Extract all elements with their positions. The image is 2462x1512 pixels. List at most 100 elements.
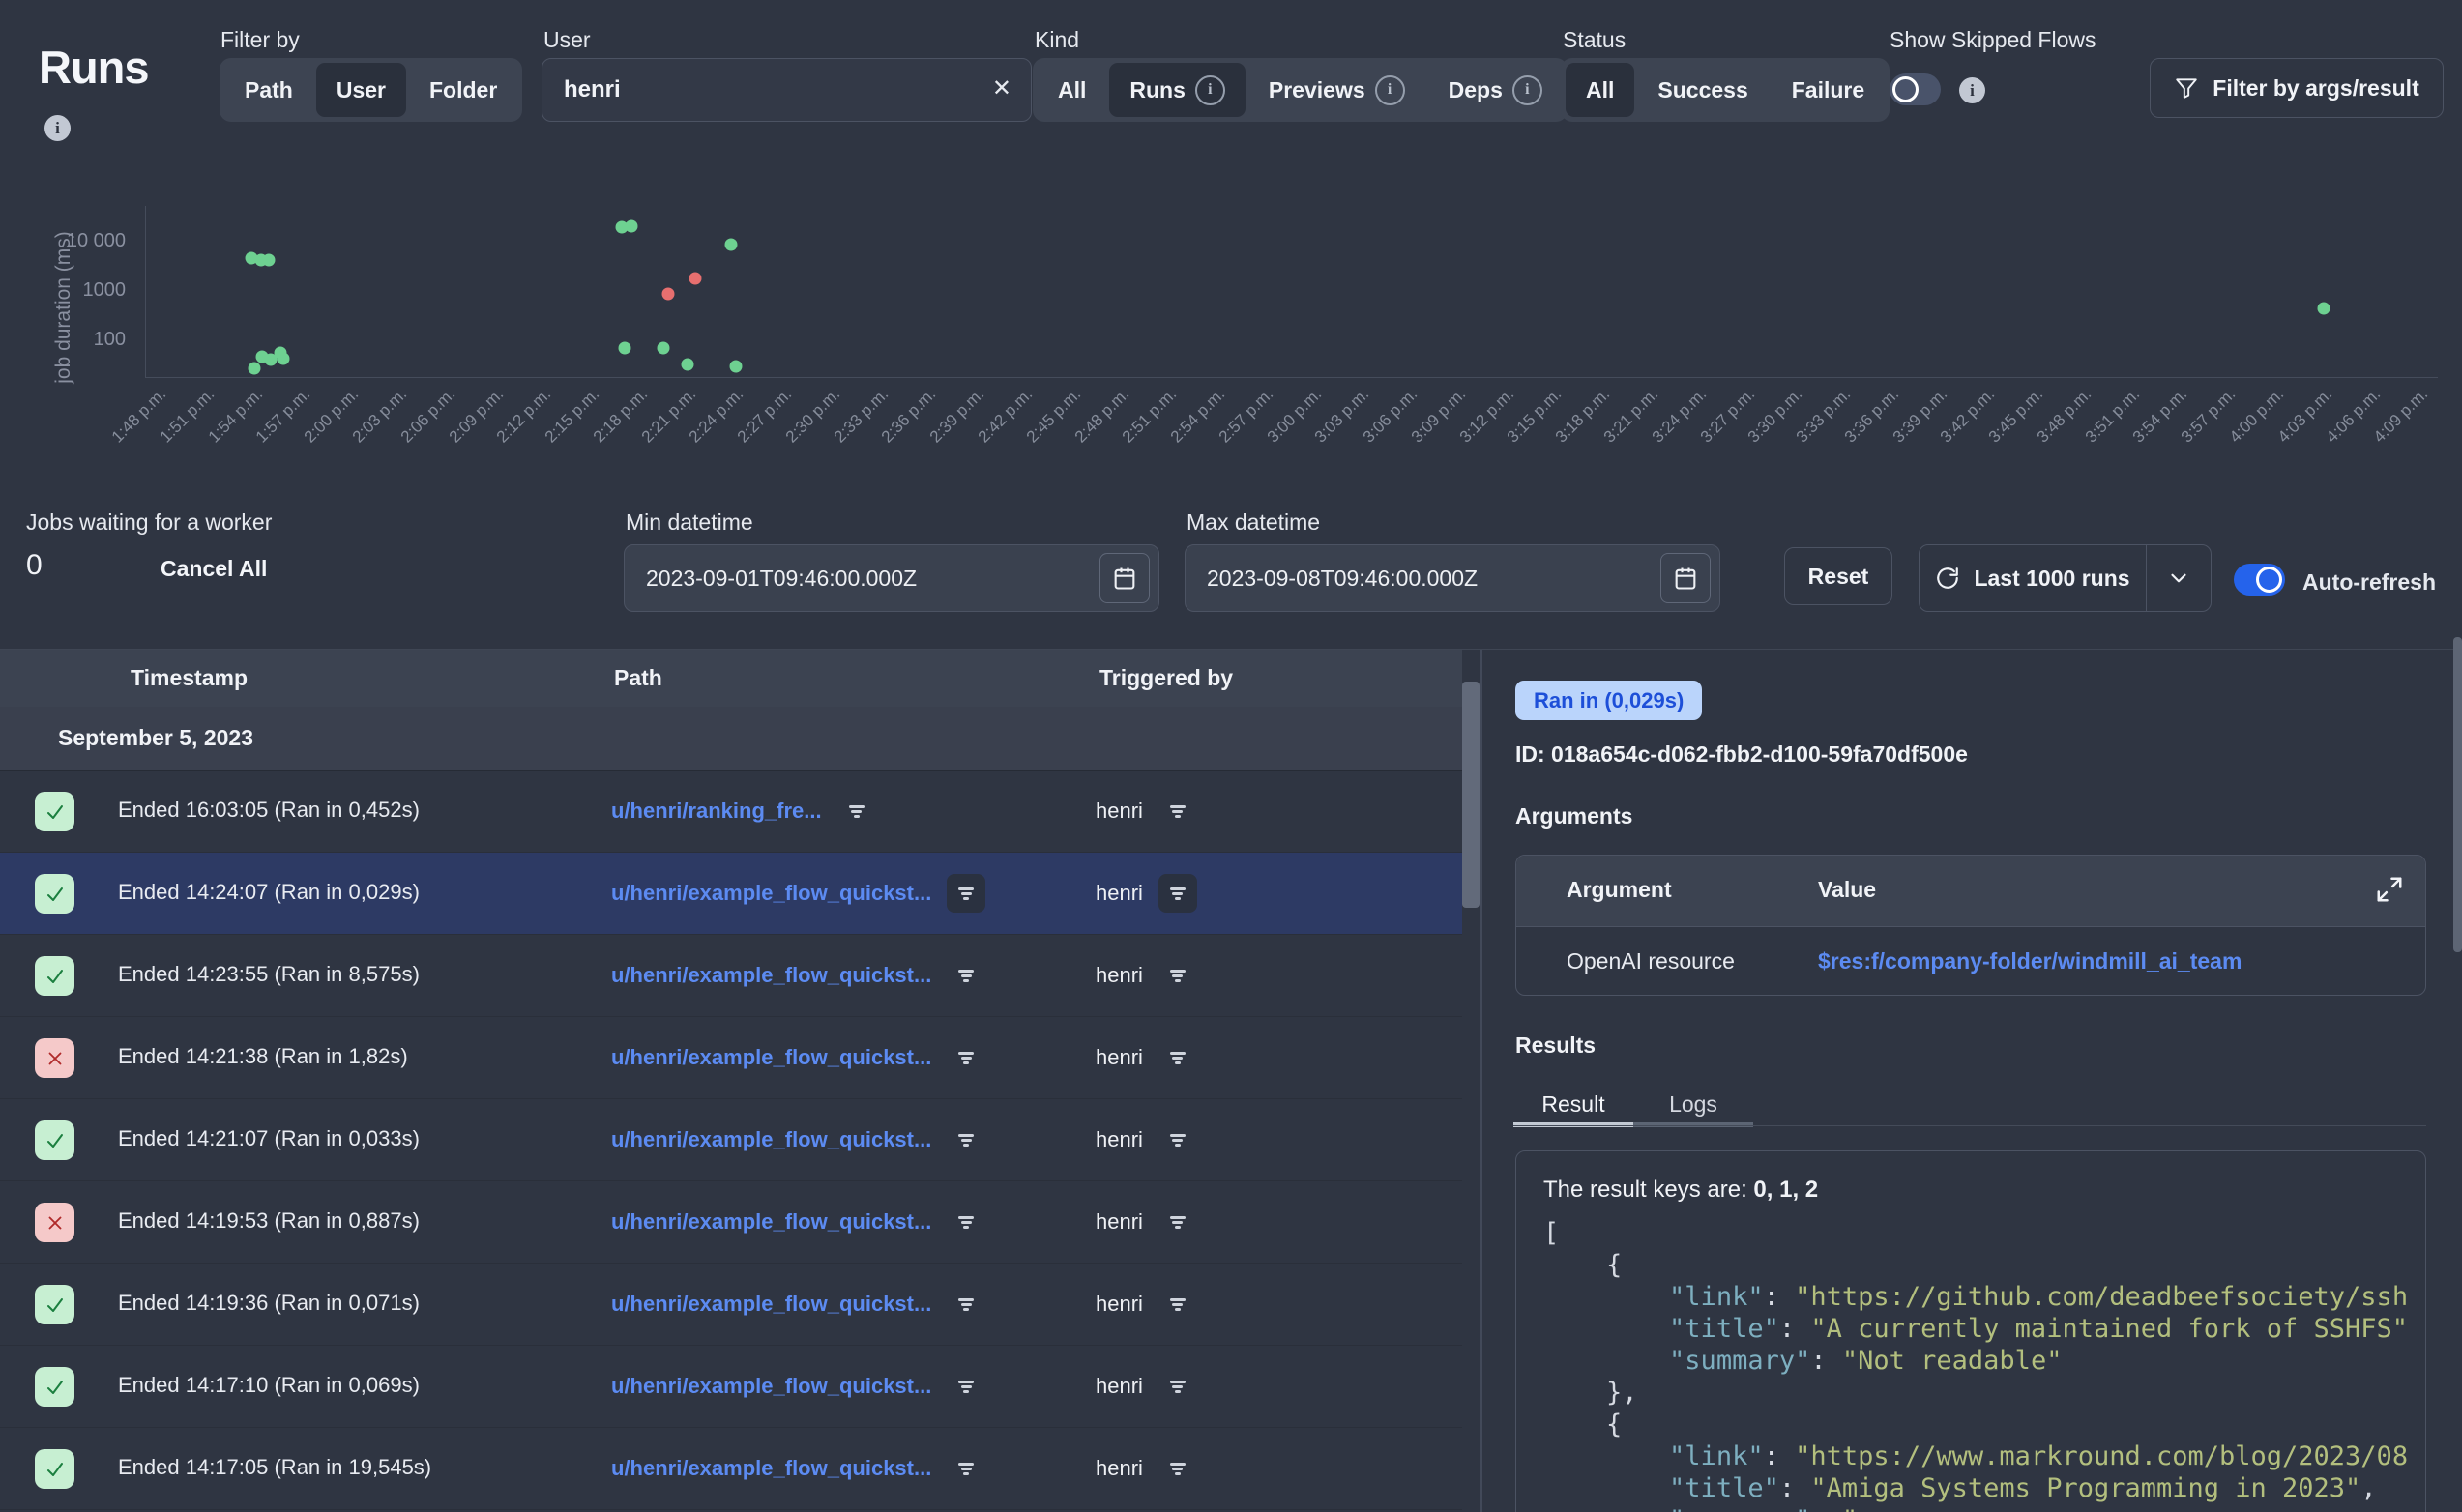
- filter-by-user-icon[interactable]: [1158, 1285, 1197, 1323]
- filter-by-path-icon[interactable]: [947, 1285, 985, 1323]
- table-row[interactable]: Ended 14:21:07 (Ran in 0,033s) u/henri/e…: [0, 1099, 1462, 1181]
- result-json: [ { "link": "https://github.com/deadbeef…: [1543, 1217, 2425, 1512]
- run-status-icon: [35, 1285, 74, 1324]
- refresh-runs-button[interactable]: Last 1000 runs: [1920, 566, 2146, 592]
- check-icon: [44, 1294, 67, 1317]
- x-icon: [44, 1048, 66, 1069]
- filter-by-user-icon[interactable]: [1158, 1038, 1197, 1077]
- filter-by-user-icon[interactable]: [1158, 792, 1197, 830]
- filter-by-path-icon[interactable]: [947, 1120, 985, 1159]
- jobs-waiting-label: Jobs waiting for a worker: [26, 509, 272, 536]
- chart-point-success[interactable]: [724, 239, 737, 251]
- table-row[interactable]: Ended 14:17:05 (Ran in 19,545s) u/henri/…: [0, 1428, 1462, 1510]
- run-path-link[interactable]: u/henri/example_flow_quickst...: [611, 1127, 931, 1152]
- filter-by-path-icon[interactable]: [947, 1038, 985, 1077]
- run-path-link[interactable]: u/henri/example_flow_quickst...: [611, 1292, 931, 1317]
- table-row[interactable]: Ended 14:21:38 (Ran in 1,82s) u/henri/ex…: [0, 1017, 1462, 1099]
- tab-logs[interactable]: Logs: [1633, 1087, 1753, 1127]
- run-path-link[interactable]: u/henri/ranking_fre...: [611, 799, 822, 824]
- table-row[interactable]: Ended 16:03:05 (Ran in 0,452s) u/henri/r…: [0, 771, 1462, 853]
- run-path-link[interactable]: u/henri/example_flow_quickst...: [611, 1374, 931, 1399]
- chart-point-failure[interactable]: [689, 272, 702, 284]
- chart-point-success[interactable]: [263, 253, 276, 266]
- funnel-icon: [2174, 75, 2199, 101]
- filter-by-folder[interactable]: Folder: [409, 63, 517, 117]
- run-status-icon: [35, 874, 74, 914]
- run-path-link[interactable]: u/henri/example_flow_quickst...: [611, 963, 931, 988]
- maximize-icon: [2375, 875, 2404, 904]
- runs-table-body: Ended 16:03:05 (Ran in 0,452s) u/henri/r…: [0, 771, 1462, 1510]
- panel-scrollbar[interactable]: [2453, 637, 2462, 952]
- run-path-link[interactable]: u/henri/example_flow_quickst...: [611, 1209, 931, 1235]
- filter-by-path-icon[interactable]: [837, 792, 876, 830]
- min-datetime-calendar-button[interactable]: [1099, 553, 1150, 603]
- filter-by-path-icon[interactable]: [947, 1203, 985, 1241]
- reset-button[interactable]: Reset: [1784, 547, 1892, 605]
- info-icon: i: [1375, 75, 1405, 105]
- runs-info-icon[interactable]: i: [44, 115, 71, 141]
- show-skipped-toggle[interactable]: [1890, 73, 1941, 105]
- chart-point-success[interactable]: [729, 361, 742, 373]
- filter-by-user-icon[interactable]: [1158, 1449, 1197, 1488]
- x-icon: [44, 1212, 66, 1234]
- status-failure[interactable]: Failure: [1772, 63, 1885, 117]
- run-path-link[interactable]: u/henri/example_flow_quickst...: [611, 881, 931, 906]
- chart-point-success[interactable]: [249, 363, 261, 375]
- table-row[interactable]: Ended 14:23:55 (Ran in 8,575s) u/henri/e…: [0, 935, 1462, 1017]
- runs-count-dropdown-button[interactable]: [2147, 545, 2211, 611]
- filter-by-user-icon[interactable]: [1158, 1367, 1197, 1406]
- user-filter-input[interactable]: [542, 59, 1031, 121]
- run-triggered-by: henri: [1096, 1456, 1143, 1481]
- filter-by-path-icon[interactable]: [947, 874, 985, 913]
- filter-by-path-icon[interactable]: [947, 956, 985, 995]
- check-icon: [44, 800, 67, 824]
- chart-point-success[interactable]: [682, 358, 694, 370]
- max-datetime-calendar-button[interactable]: [1660, 553, 1711, 603]
- result-keys: 0, 1, 2: [1753, 1177, 1818, 1203]
- chart-point-success[interactable]: [626, 219, 638, 232]
- run-path-link[interactable]: u/henri/example_flow_quickst...: [611, 1045, 931, 1070]
- filter-by-user-icon[interactable]: [1158, 874, 1197, 913]
- skipped-info-icon[interactable]: i: [1959, 77, 1985, 103]
- filter-by-user-icon[interactable]: [1158, 1120, 1197, 1159]
- max-datetime-input[interactable]: [1186, 545, 1719, 611]
- tab-result[interactable]: Result: [1513, 1087, 1633, 1127]
- args-col-value: Value: [1818, 877, 1876, 903]
- filter-by-user-icon[interactable]: [1158, 1203, 1197, 1241]
- kind-all[interactable]: All: [1038, 63, 1106, 117]
- chart-point-failure[interactable]: [662, 287, 675, 300]
- filter-by-path-icon[interactable]: [947, 1367, 985, 1406]
- min-datetime-input[interactable]: [625, 545, 1158, 611]
- status-all[interactable]: All: [1566, 63, 1634, 117]
- chart-point-success[interactable]: [619, 342, 631, 355]
- filter-by-path[interactable]: Path: [224, 63, 313, 117]
- clear-user-filter-icon[interactable]: ✕: [992, 74, 1011, 102]
- min-datetime-label: Min datetime: [626, 509, 753, 536]
- filter-by-user-icon[interactable]: [1158, 956, 1197, 995]
- cancel-all-button[interactable]: Cancel All: [161, 556, 267, 582]
- chart-point-success[interactable]: [658, 341, 670, 354]
- run-timestamp: Ended 14:19:36 (Ran in 0,071s): [118, 1291, 420, 1316]
- run-timestamp: Ended 14:24:07 (Ran in 0,029s): [118, 880, 420, 905]
- table-row[interactable]: Ended 14:19:53 (Ran in 0,887s) u/henri/e…: [0, 1181, 1462, 1264]
- kind-previews[interactable]: Previewsi: [1248, 63, 1425, 117]
- status-success[interactable]: Success: [1637, 63, 1768, 117]
- chart-point-success[interactable]: [278, 353, 290, 365]
- expand-args-button[interactable]: [2375, 875, 2404, 904]
- filter-by-user[interactable]: User: [316, 63, 406, 117]
- auto-refresh-toggle[interactable]: [2234, 564, 2285, 596]
- table-row[interactable]: Ended 14:24:07 (Ran in 0,029s) u/henri/e…: [0, 853, 1462, 935]
- filter-by-path-icon[interactable]: [947, 1449, 985, 1488]
- kind-runs[interactable]: Runsi: [1109, 63, 1246, 117]
- chart-point-success[interactable]: [2318, 302, 2330, 314]
- table-scrollbar[interactable]: [1462, 682, 1480, 908]
- max-datetime-input-wrap: [1185, 544, 1720, 612]
- filter-args-result-button[interactable]: Filter by args/result: [2150, 58, 2444, 118]
- run-triggered-by: henri: [1096, 799, 1143, 824]
- run-triggered-by: henri: [1096, 1292, 1143, 1317]
- run-path-link[interactable]: u/henri/example_flow_quickst...: [611, 1456, 931, 1481]
- kind-deps[interactable]: Depsi: [1428, 63, 1563, 117]
- table-row[interactable]: Ended 14:17:10 (Ran in 0,069s) u/henri/e…: [0, 1346, 1462, 1428]
- arg-value-link[interactable]: $res:f/company-folder/windmill_ai_team: [1818, 948, 2242, 974]
- table-row[interactable]: Ended 14:19:36 (Ran in 0,071s) u/henri/e…: [0, 1264, 1462, 1346]
